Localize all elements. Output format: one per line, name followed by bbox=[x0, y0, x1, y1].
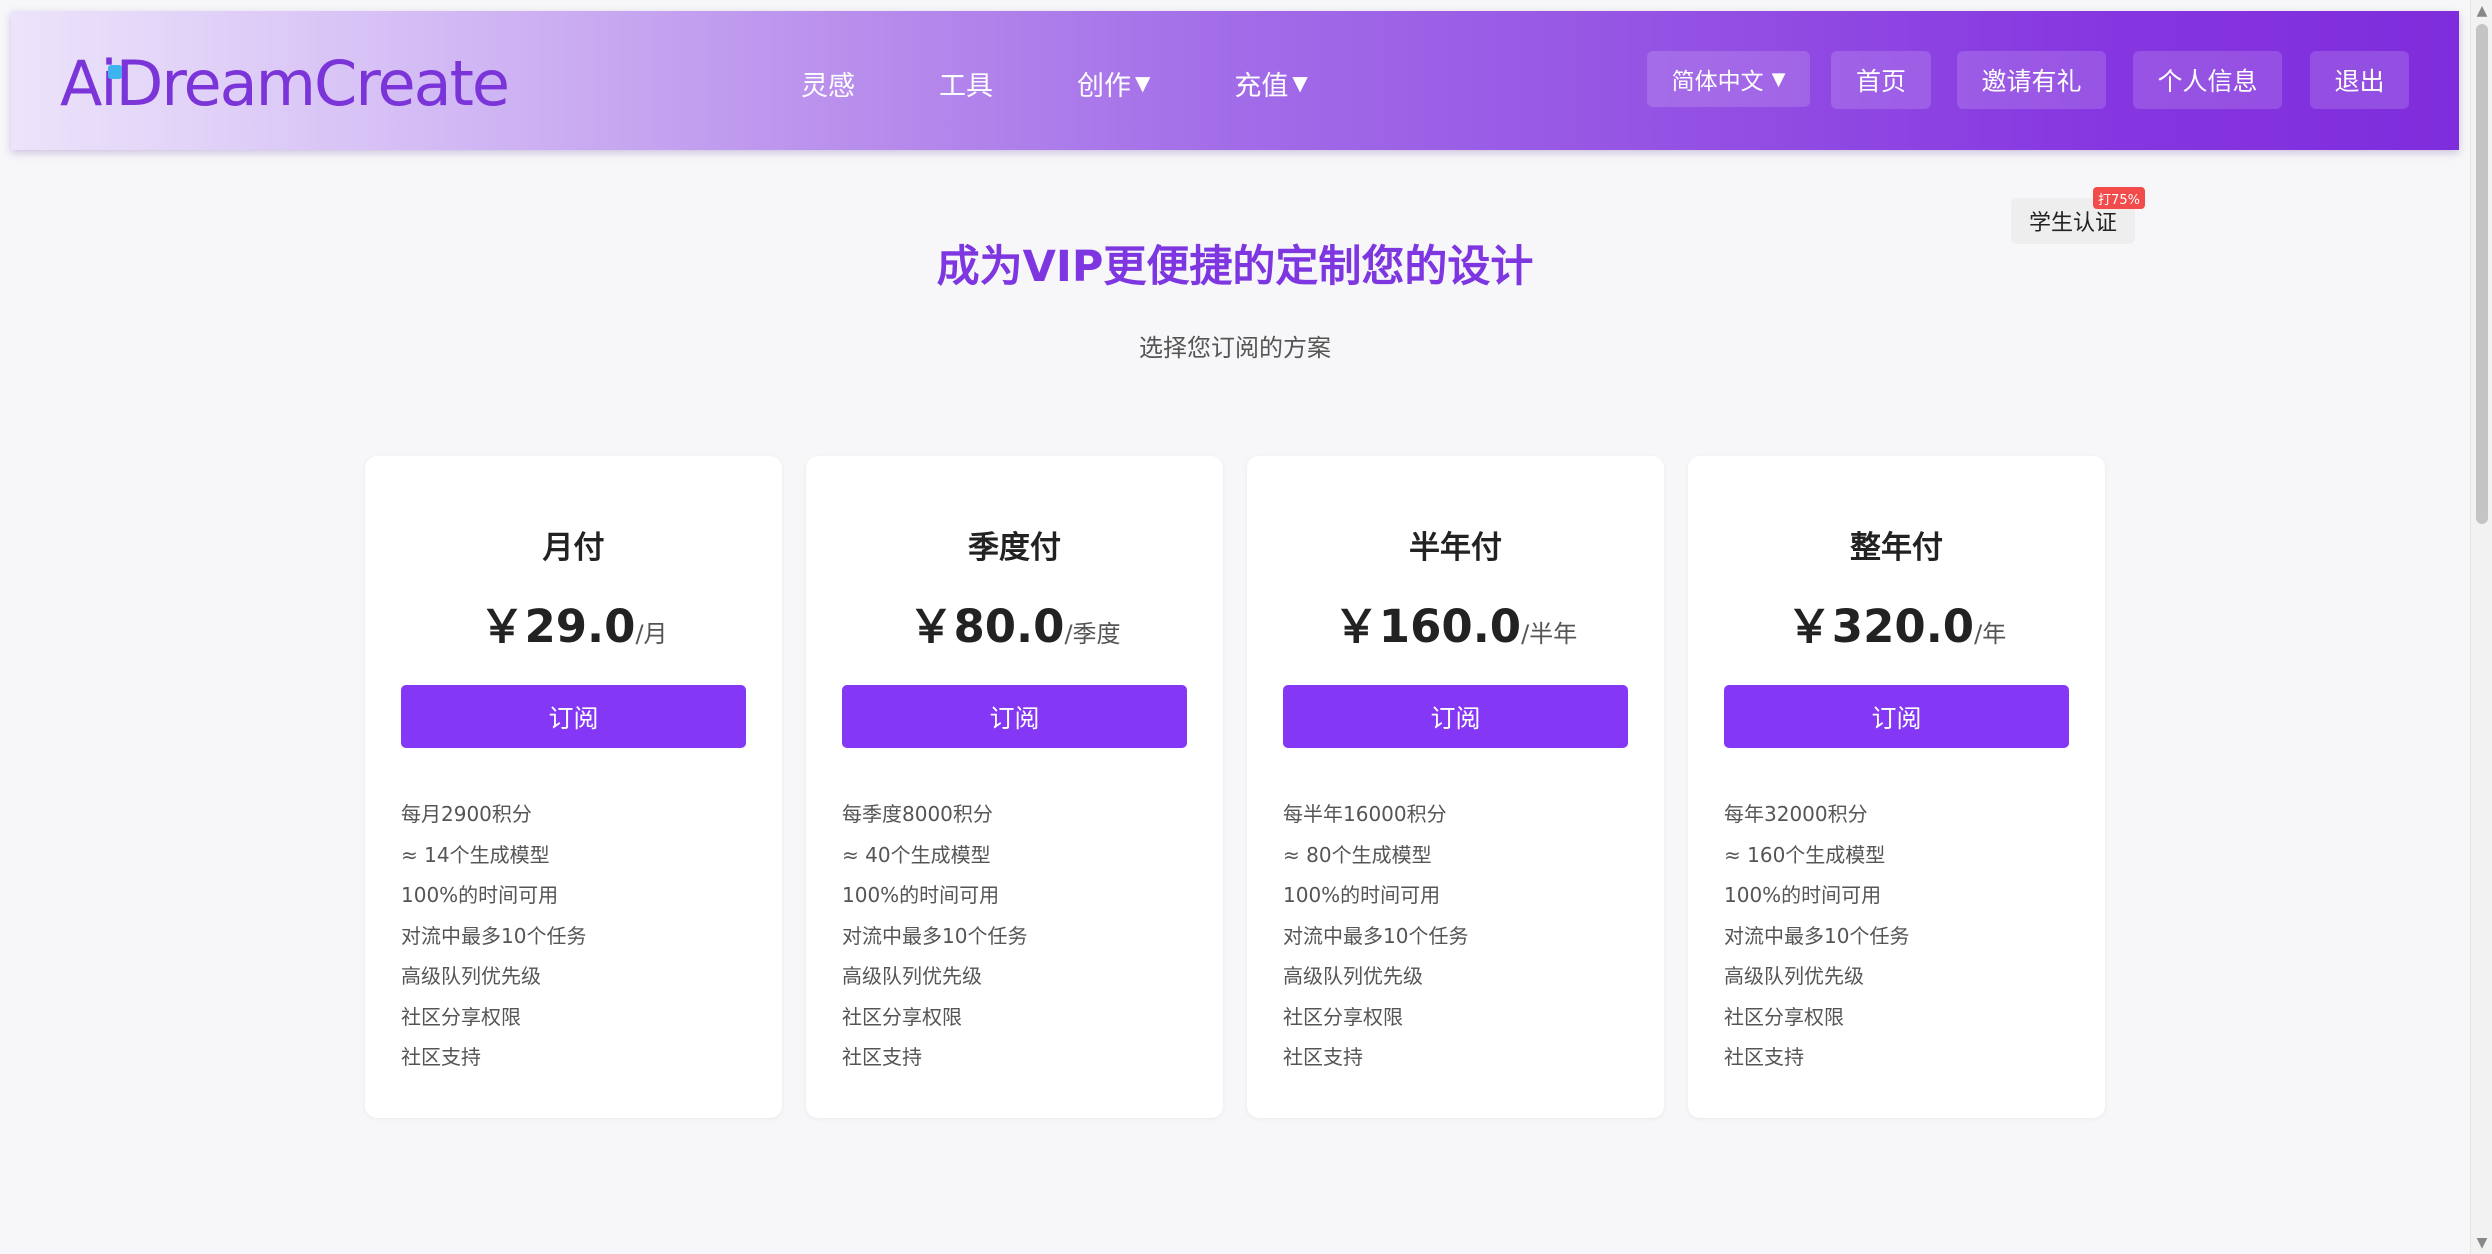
caret-down-icon: ▼ bbox=[1135, 71, 1151, 95]
subscribe-button[interactable]: 订阅 bbox=[1724, 685, 2069, 748]
nav-item-tools[interactable]: 工具 bbox=[939, 64, 993, 103]
feature-item: 社区支持 bbox=[1283, 1045, 1363, 1069]
logo-text-ai: Ai bbox=[60, 46, 118, 120]
scroll-thumb[interactable] bbox=[2476, 24, 2488, 524]
feature-item: 社区分享权限 bbox=[1283, 1004, 1403, 1029]
feature-item: 100%的时间可用 bbox=[842, 883, 1000, 907]
plan-name: 整年付 bbox=[1850, 530, 1943, 566]
feature-item: 社区支持 bbox=[401, 1045, 481, 1069]
feature-item: 高级队列优先级 bbox=[1724, 964, 1864, 988]
language-select[interactable]: 简体中文 ▼ bbox=[1647, 51, 1810, 107]
nav-item-create[interactable]: 创作 ▼ bbox=[1077, 64, 1150, 103]
feature-item: 每季度8000积分 bbox=[842, 802, 993, 826]
feature-item: 高级队列优先级 bbox=[842, 964, 982, 988]
feature-item: 每年32000积分 bbox=[1724, 802, 1868, 826]
feature-item: 社区分享权限 bbox=[401, 1004, 521, 1029]
plan-card-monthly: 月付 ￥29.0/月 订阅 每月2900积分 ≈ 14个生成模型 100%的时间… bbox=[365, 456, 782, 1118]
nav-item-label: 创作 bbox=[1077, 70, 1131, 102]
plan-card-quarterly: 季度付 ￥80.0/季度 订阅 每季度8000积分 ≈ 40个生成模型 100%… bbox=[806, 456, 1223, 1118]
logo[interactable]: AiDreamCreate bbox=[60, 43, 510, 123]
language-label: 简体中文 bbox=[1671, 69, 1764, 95]
plan-price: ￥29.0/月 bbox=[365, 590, 782, 655]
plan-card-half-year: 半年付 ￥160.0/半年 订阅 每半年16000积分 ≈ 80个生成模型 10… bbox=[1247, 456, 1664, 1118]
vertical-scrollbar[interactable]: ▲ ▼ bbox=[2470, 0, 2492, 1254]
plan-name: 半年付 bbox=[1409, 530, 1502, 566]
feature-item: 每月2900积分 bbox=[401, 802, 532, 826]
logo-dot-icon bbox=[107, 64, 122, 79]
top-header: AiDreamCreate 灵感 工具 创作 ▼ 充值 ▼ 简体中文 ▼ 首页 … bbox=[11, 11, 2459, 150]
feature-item: ≈ 40个生成模型 bbox=[842, 842, 991, 867]
plan-name: 季度付 bbox=[968, 530, 1061, 566]
feature-item: ≈ 160个生成模型 bbox=[1724, 842, 1886, 867]
subscribe-button[interactable]: 订阅 bbox=[1283, 685, 1628, 748]
feature-item: 每半年16000积分 bbox=[1283, 802, 1447, 826]
feature-item: 社区支持 bbox=[842, 1045, 922, 1069]
price-period: /季度 bbox=[1064, 620, 1121, 648]
plan-price: ￥80.0/季度 bbox=[806, 590, 1223, 655]
scroll-down-arrow-icon[interactable]: ▼ bbox=[2471, 1232, 2492, 1254]
home-button[interactable]: 首页 bbox=[1831, 51, 1931, 109]
price-amount: ￥80.0 bbox=[908, 600, 1065, 653]
feature-list: 每月2900积分 ≈ 14个生成模型 100%的时间可用 对流中最多10个任务 … bbox=[401, 794, 586, 1078]
price-amount: ￥320.0 bbox=[1786, 600, 1975, 653]
feature-item: 对流中最多10个任务 bbox=[842, 923, 1028, 948]
subscribe-button[interactable]: 订阅 bbox=[401, 685, 746, 748]
price-period: /年 bbox=[1974, 620, 2007, 648]
subscribe-button[interactable]: 订阅 bbox=[842, 685, 1187, 748]
price-period: /月 bbox=[635, 620, 668, 648]
invite-button[interactable]: 邀请有礼 bbox=[1957, 51, 2106, 109]
price-amount: ￥29.0 bbox=[479, 600, 636, 653]
logo-text: AiDreamCreate bbox=[60, 46, 510, 120]
app-window: AiDreamCreate 灵感 工具 创作 ▼ 充值 ▼ 简体中文 ▼ 首页 … bbox=[0, 0, 2492, 1254]
feature-item: ≈ 14个生成模型 bbox=[401, 842, 550, 867]
logo-text-rest: DreamCreate bbox=[115, 46, 510, 120]
main-nav: 灵感 工具 创作 ▼ 充值 ▼ bbox=[801, 55, 1392, 111]
feature-item: 社区支持 bbox=[1724, 1045, 1804, 1069]
caret-down-icon: ▼ bbox=[1292, 71, 1308, 95]
logout-button[interactable]: 退出 bbox=[2310, 51, 2409, 109]
plan-card-yearly: 整年付 ￥320.0/年 订阅 每年32000积分 ≈ 160个生成模型 100… bbox=[1688, 456, 2105, 1118]
plan-name: 月付 bbox=[542, 530, 605, 566]
nav-item-label: 工具 bbox=[939, 70, 993, 102]
profile-button[interactable]: 个人信息 bbox=[2133, 51, 2282, 109]
caret-down-icon: ▼ bbox=[1771, 68, 1786, 90]
price-amount: ￥160.0 bbox=[1333, 600, 1522, 653]
price-period: /半年 bbox=[1521, 620, 1578, 648]
nav-item-recharge[interactable]: 充值 ▼ bbox=[1234, 64, 1307, 103]
nav-item-label: 灵感 bbox=[801, 70, 855, 102]
feature-item: 社区分享权限 bbox=[842, 1004, 962, 1029]
feature-item: 100%的时间可用 bbox=[1283, 883, 1441, 907]
plan-price: ￥320.0/年 bbox=[1688, 590, 2105, 655]
scroll-up-arrow-icon[interactable]: ▲ bbox=[2471, 0, 2492, 22]
plan-price: ￥160.0/半年 bbox=[1247, 590, 1664, 655]
feature-item: 高级队列优先级 bbox=[401, 964, 541, 988]
discount-badge: 打75% bbox=[2093, 187, 2145, 209]
feature-item: 对流中最多10个任务 bbox=[401, 923, 587, 948]
pricing-cards: 月付 ￥29.0/月 订阅 每月2900积分 ≈ 14个生成模型 100%的时间… bbox=[365, 456, 2105, 1118]
feature-list: 每季度8000积分 ≈ 40个生成模型 100%的时间可用 对流中最多10个任务… bbox=[842, 794, 1027, 1078]
feature-item: 100%的时间可用 bbox=[1724, 883, 1882, 907]
page-subtitle: 选择您订阅的方案 bbox=[1139, 334, 1331, 362]
feature-item: 对流中最多10个任务 bbox=[1724, 923, 1910, 948]
feature-item: 社区分享权限 bbox=[1724, 1004, 1844, 1029]
feature-item: 高级队列优先级 bbox=[1283, 964, 1423, 988]
nav-item-label: 充值 bbox=[1234, 70, 1289, 102]
feature-item: 对流中最多10个任务 bbox=[1283, 923, 1469, 948]
feature-item: 100%的时间可用 bbox=[401, 883, 559, 907]
nav-item-inspiration[interactable]: 灵感 bbox=[801, 64, 855, 103]
feature-list: 每半年16000积分 ≈ 80个生成模型 100%的时间可用 对流中最多10个任… bbox=[1283, 794, 1468, 1078]
feature-item: ≈ 80个生成模型 bbox=[1283, 842, 1432, 867]
feature-list: 每年32000积分 ≈ 160个生成模型 100%的时间可用 对流中最多10个任… bbox=[1724, 794, 1909, 1078]
